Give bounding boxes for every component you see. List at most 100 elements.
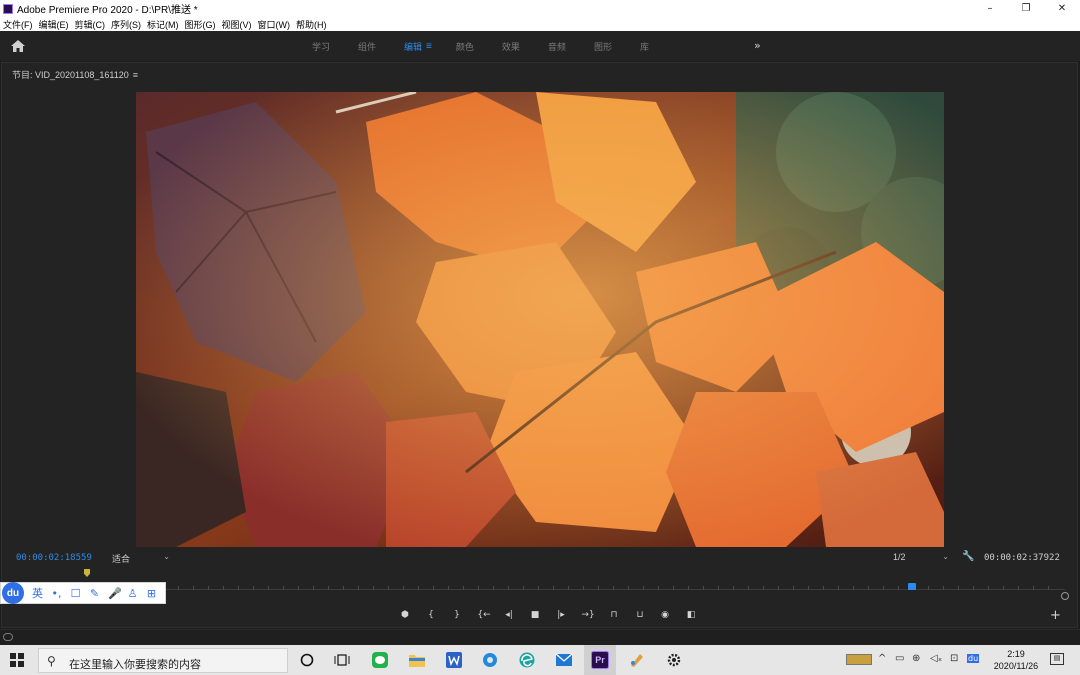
tab-color[interactable]: 颜色 bbox=[456, 40, 474, 53]
export-frame-icon[interactable]: ◉ bbox=[658, 608, 672, 622]
menu-window[interactable]: 窗口(W) bbox=[255, 18, 294, 31]
battery-icon[interactable]: ▭ bbox=[895, 653, 904, 664]
extract-icon[interactable]: ⊔ bbox=[632, 608, 648, 622]
button-editor-add-icon[interactable]: + bbox=[1050, 608, 1061, 623]
status-indicator-icon[interactable] bbox=[3, 633, 13, 641]
ruler-tick bbox=[583, 586, 584, 590]
panel-menu-icon[interactable]: ≡ bbox=[133, 70, 138, 80]
chevron-down-icon: ⌄ bbox=[163, 552, 170, 561]
ime-logo-icon[interactable]: du bbox=[2, 582, 24, 604]
menu-graphics[interactable]: 图形(G) bbox=[182, 18, 219, 31]
tab-menu-icon[interactable]: ≡ bbox=[426, 41, 432, 52]
ruler-tick bbox=[718, 586, 719, 590]
ime-punctuation-icon[interactable]: •, bbox=[51, 587, 62, 600]
step-forward-icon[interactable]: |▸ bbox=[554, 608, 568, 622]
tab-audio[interactable]: 音频 bbox=[548, 40, 566, 53]
chevron-up-icon[interactable]: ^ bbox=[878, 653, 886, 664]
settings-icon[interactable] bbox=[664, 650, 684, 670]
display-icon[interactable]: ⊡ bbox=[950, 653, 958, 664]
status-bar bbox=[0, 629, 1080, 645]
volume-icon[interactable]: ◁ₓ bbox=[930, 653, 942, 664]
mark-in-icon[interactable]: { bbox=[424, 608, 438, 622]
ime-tray-icon[interactable]: du bbox=[967, 654, 980, 663]
ime-keyboard-icon[interactable]: ☐ bbox=[70, 587, 81, 600]
edge-icon[interactable] bbox=[517, 650, 537, 670]
go-to-out-icon[interactable]: →} bbox=[580, 608, 596, 622]
menu-edit[interactable]: 编辑(E) bbox=[36, 18, 72, 31]
current-timecode[interactable]: 00:00:02:18559 bbox=[16, 553, 92, 563]
tray-app-icon[interactable] bbox=[846, 654, 872, 665]
menu-help[interactable]: 帮助(H) bbox=[293, 18, 330, 31]
ruler-tick bbox=[988, 586, 989, 590]
tab-libraries[interactable]: 库 bbox=[640, 40, 649, 53]
minimize-button[interactable]: – bbox=[972, 0, 1008, 17]
task-view-icon[interactable] bbox=[332, 650, 352, 670]
ruler-tick bbox=[223, 586, 224, 590]
mark-out-icon[interactable]: } bbox=[450, 608, 464, 622]
cortana-icon[interactable] bbox=[297, 650, 317, 670]
ruler-tick bbox=[343, 586, 344, 590]
restore-button[interactable]: ❐ bbox=[1008, 0, 1044, 17]
windows-start-icon[interactable] bbox=[10, 653, 24, 667]
ime-skin-icon[interactable]: ♙ bbox=[127, 587, 138, 600]
ruler-tick bbox=[853, 586, 854, 590]
mail-icon[interactable] bbox=[554, 650, 574, 670]
zoom-level-select[interactable]: 适合 ⌄ bbox=[112, 552, 172, 564]
ruler-tick bbox=[898, 586, 899, 590]
stop-icon[interactable]: ■ bbox=[528, 608, 542, 622]
wechat-icon[interactable] bbox=[370, 650, 390, 670]
menu-file[interactable]: 文件(F) bbox=[0, 18, 36, 31]
ruler-tick bbox=[433, 586, 434, 590]
ruler-tick bbox=[553, 586, 554, 590]
taskbar-search-box[interactable]: ⚲ 在这里输入你要搜索的内容 bbox=[38, 648, 288, 673]
out-point-marker[interactable] bbox=[908, 583, 916, 590]
ruler-tick bbox=[928, 586, 929, 590]
wrench-icon[interactable]: 🔧 bbox=[962, 551, 974, 562]
tab-effects[interactable]: 效果 bbox=[502, 40, 520, 53]
taskbar-clock[interactable]: 2:19 2020/11/26 bbox=[990, 648, 1042, 672]
ime-handwriting-icon[interactable]: ✎ bbox=[89, 587, 100, 600]
playback-resolution-select[interactable]: 1/2 ⌄ bbox=[893, 552, 953, 564]
menu-view[interactable]: 视图(V) bbox=[219, 18, 255, 31]
ruler-tick bbox=[313, 586, 314, 590]
ruler-tick bbox=[298, 586, 299, 590]
tab-editing[interactable]: 编辑 bbox=[404, 40, 422, 53]
menu-sequence[interactable]: 序列(S) bbox=[108, 18, 144, 31]
ime-language-toggle[interactable]: 英 bbox=[32, 585, 43, 601]
tab-graphics[interactable]: 图形 bbox=[594, 40, 612, 53]
clock-time: 2:19 bbox=[1007, 649, 1025, 659]
close-button[interactable]: ✕ bbox=[1044, 0, 1080, 17]
menu-clip[interactable]: 剪辑(C) bbox=[72, 18, 109, 31]
workspace-tabs: 学习 组件 编辑 ≡ 颜色 效果 音频 图形 库 bbox=[312, 31, 677, 61]
ruler-tick bbox=[463, 586, 464, 590]
menu-markers[interactable]: 标记(M) bbox=[144, 18, 182, 31]
word-icon[interactable] bbox=[444, 650, 464, 670]
file-explorer-icon[interactable] bbox=[407, 650, 427, 670]
ime-toolbox-icon[interactable]: ⊞ bbox=[146, 587, 157, 600]
go-to-in-icon[interactable]: {← bbox=[476, 608, 492, 622]
paint-icon[interactable] bbox=[627, 650, 647, 670]
more-workspaces-icon[interactable]: » bbox=[754, 39, 761, 52]
notification-center-icon[interactable]: ▤ bbox=[1050, 653, 1064, 665]
chevron-down-icon: ⌄ bbox=[942, 552, 949, 561]
ime-microphone-icon[interactable]: 🎤 bbox=[108, 587, 122, 600]
step-back-icon[interactable]: ◂| bbox=[502, 608, 516, 622]
video-frame[interactable] bbox=[136, 92, 944, 547]
marker-icon[interactable]: ⬢ bbox=[398, 608, 412, 622]
ruler-tick bbox=[628, 586, 629, 590]
home-icon[interactable] bbox=[10, 39, 26, 53]
compare-icon[interactable]: ◧ bbox=[684, 608, 698, 622]
ruler-tick bbox=[733, 586, 734, 590]
ruler-tick bbox=[613, 586, 614, 590]
premiere-logo-icon bbox=[3, 3, 13, 14]
ruler-tick bbox=[643, 586, 644, 590]
lift-icon[interactable]: ⊓ bbox=[606, 608, 622, 622]
ruler-zoom-handle-icon[interactable] bbox=[1061, 592, 1069, 600]
tab-learning[interactable]: 学习 bbox=[312, 40, 330, 53]
network-globe-icon[interactable]: ⊕ bbox=[912, 653, 920, 664]
ruler-tick bbox=[178, 586, 179, 590]
time-ruler[interactable] bbox=[163, 585, 1065, 591]
tab-assembly[interactable]: 组件 bbox=[358, 40, 376, 53]
duration-timecode: 00:00:02:37922 bbox=[984, 553, 1060, 563]
browser-icon[interactable] bbox=[480, 650, 500, 670]
